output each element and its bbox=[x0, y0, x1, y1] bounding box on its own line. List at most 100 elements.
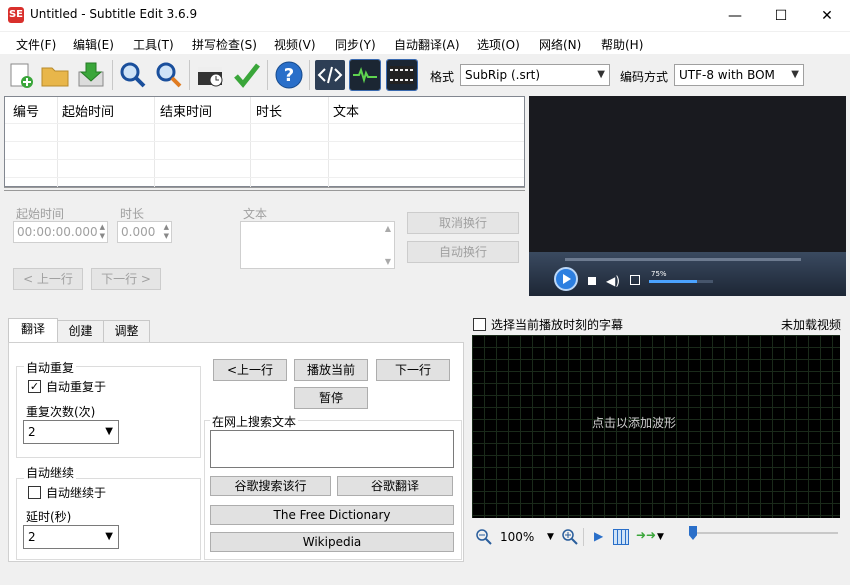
duration-input[interactable]: 0.000 ▲ ▼ bbox=[117, 221, 172, 243]
volume-icon[interactable]: ◀) bbox=[606, 274, 620, 288]
volume-percent: 75% bbox=[651, 270, 667, 278]
chevron-down-icon: ▼ bbox=[105, 531, 113, 542]
menu-auto-translate[interactable]: 自动翻译(A) bbox=[394, 36, 460, 53]
new-file-icon[interactable] bbox=[6, 60, 36, 90]
menu-network[interactable]: 网络(N) bbox=[539, 36, 581, 53]
frames-icon[interactable] bbox=[613, 529, 629, 545]
auto-continue-label: 自动继续于 bbox=[46, 486, 107, 500]
video-frame-icon[interactable] bbox=[386, 59, 418, 91]
column-header-number[interactable]: 编号 bbox=[13, 101, 39, 120]
delay-select[interactable]: 2 ▼ bbox=[23, 525, 119, 549]
toolbar-separator bbox=[309, 60, 310, 90]
google-search-button[interactable]: 谷歌搜索该行 bbox=[210, 476, 331, 496]
menu-edit[interactable]: 编辑(E) bbox=[73, 36, 114, 53]
minimize-button[interactable]: — bbox=[712, 0, 758, 31]
format-label: 格式 bbox=[430, 70, 455, 84]
select-current-label: 选择当前播放时刻的字幕 bbox=[491, 318, 624, 332]
select-current-checkbox[interactable] bbox=[473, 318, 486, 331]
repeat-count-select[interactable]: 2 ▼ bbox=[23, 420, 119, 444]
tab-create[interactable]: 创建 bbox=[57, 320, 104, 342]
row-divider bbox=[5, 177, 524, 178]
fullscreen-icon[interactable] bbox=[630, 275, 640, 285]
menu-help[interactable]: 帮助(H) bbox=[601, 36, 643, 53]
seek-bar[interactable] bbox=[565, 258, 801, 261]
auto-continue-group-label: 自动继续 bbox=[24, 464, 77, 481]
pause-button[interactable]: 暂停 bbox=[294, 387, 368, 409]
zoom-out-icon[interactable] bbox=[475, 528, 493, 546]
menu-file[interactable]: 文件(F) bbox=[16, 36, 56, 53]
source-view-icon[interactable] bbox=[315, 60, 345, 90]
replace-icon[interactable] bbox=[154, 60, 184, 90]
toolbar-separator bbox=[189, 60, 190, 90]
next-button[interactable]: 下一行 bbox=[376, 359, 450, 381]
scroll-up-icon[interactable]: ▲ bbox=[385, 224, 391, 233]
delay-value: 2 bbox=[28, 530, 36, 544]
column-divider bbox=[250, 97, 251, 187]
column-header-end[interactable]: 结束时间 bbox=[160, 101, 212, 120]
menu-video[interactable]: 视频(V) bbox=[274, 36, 316, 53]
menu-tools[interactable]: 工具(T) bbox=[133, 36, 174, 53]
chevron-down-icon[interactable]: ▼ bbox=[657, 532, 664, 542]
volume-slider[interactable] bbox=[649, 280, 713, 283]
duration-label: 时长 bbox=[120, 207, 145, 221]
play-icon[interactable]: ▶ bbox=[594, 529, 603, 543]
open-folder-icon[interactable] bbox=[40, 60, 70, 90]
play-button[interactable] bbox=[554, 267, 578, 291]
zoom-value[interactable]: 100% bbox=[500, 530, 534, 544]
toolbar-separator bbox=[267, 60, 268, 90]
forward-arrows-icon[interactable]: ➜➜ bbox=[636, 528, 656, 542]
auto-continue-checkbox[interactable] bbox=[28, 486, 41, 499]
help-icon[interactable]: ? bbox=[274, 60, 304, 90]
save-icon[interactable] bbox=[76, 60, 106, 90]
maximize-button[interactable]: ☐ bbox=[758, 0, 804, 31]
subtitle-text-input[interactable]: ▲ ▼ bbox=[240, 221, 395, 269]
close-button[interactable]: ✕ bbox=[804, 0, 850, 31]
title-bar: SE Untitled - Subtitle Edit 3.6.9 — ☐ ✕ bbox=[0, 0, 850, 31]
column-divider bbox=[57, 97, 58, 187]
tab-translate[interactable]: 翻译 bbox=[8, 318, 58, 343]
menu-spell-check[interactable]: 拼写检查(S) bbox=[192, 36, 257, 53]
column-header-start[interactable]: 起始时间 bbox=[62, 101, 114, 120]
search-text-input[interactable] bbox=[210, 430, 454, 468]
play-current-button[interactable]: 播放当前 bbox=[294, 359, 368, 381]
free-dictionary-button[interactable]: The Free Dictionary bbox=[210, 505, 454, 525]
grid-splitter[interactable] bbox=[4, 187, 525, 191]
prev-button[interactable]: <上一行 bbox=[213, 359, 287, 381]
repeat-count-value: 2 bbox=[28, 425, 36, 439]
google-translate-button[interactable]: 谷歌翻译 bbox=[337, 476, 453, 496]
subtitle-grid[interactable]: 编号 起始时间 结束时间 时长 文本 bbox=[4, 96, 525, 187]
row-divider bbox=[5, 141, 524, 142]
menu-sync[interactable]: 同步(Y) bbox=[335, 36, 376, 53]
position-slider[interactable] bbox=[690, 532, 838, 534]
encoding-select[interactable]: UTF-8 with BOM ▼ bbox=[674, 64, 804, 86]
stop-icon[interactable] bbox=[588, 277, 596, 285]
chevron-down-icon: ▼ bbox=[791, 69, 799, 80]
prev-line-button[interactable]: < 上一行 bbox=[13, 268, 83, 290]
svg-text:?: ? bbox=[284, 65, 294, 86]
position-slider-thumb[interactable] bbox=[689, 526, 697, 540]
toolbar: ? 格式 SubRip (.srt) ▼ 编码方式 UTF-8 with BOM… bbox=[0, 55, 850, 95]
column-header-text[interactable]: 文本 bbox=[333, 101, 359, 120]
fix-errors-icon[interactable] bbox=[196, 60, 226, 90]
auto-wrap-button[interactable]: 自动换行 bbox=[407, 241, 519, 263]
cancel-wrap-button[interactable]: 取消换行 bbox=[407, 212, 519, 234]
spinner-arrows-icon: ▲ ▼ bbox=[163, 223, 169, 240]
next-line-button[interactable]: 下一行 > bbox=[91, 268, 161, 290]
find-icon[interactable] bbox=[118, 60, 148, 90]
wikipedia-button[interactable]: Wikipedia bbox=[210, 532, 454, 552]
menu-options[interactable]: 选项(O) bbox=[477, 36, 520, 53]
column-header-duration[interactable]: 时长 bbox=[256, 101, 282, 120]
spell-check-icon[interactable] bbox=[232, 60, 262, 90]
chevron-down-icon[interactable]: ▼ bbox=[547, 532, 554, 542]
start-time-input[interactable]: 00:00:00.000 ▲ ▼ bbox=[13, 221, 108, 243]
zoom-in-icon[interactable] bbox=[561, 528, 579, 546]
format-select[interactable]: SubRip (.srt) ▼ bbox=[460, 64, 610, 86]
tab-panel-translate: 自动重复 ✓ 自动重复于 重复次数(次) 2 ▼ 自动继续 自动继续于 延时(秒… bbox=[8, 342, 464, 562]
waveform-icon[interactable] bbox=[349, 59, 381, 91]
scroll-down-icon[interactable]: ▼ bbox=[385, 257, 391, 266]
encoding-value: UTF-8 with BOM bbox=[679, 68, 775, 82]
auto-repeat-checkbox[interactable]: ✓ bbox=[28, 380, 41, 393]
window-title: Untitled - Subtitle Edit 3.6.9 bbox=[30, 7, 198, 21]
tab-adjust[interactable]: 调整 bbox=[103, 320, 150, 342]
column-divider bbox=[328, 97, 329, 187]
